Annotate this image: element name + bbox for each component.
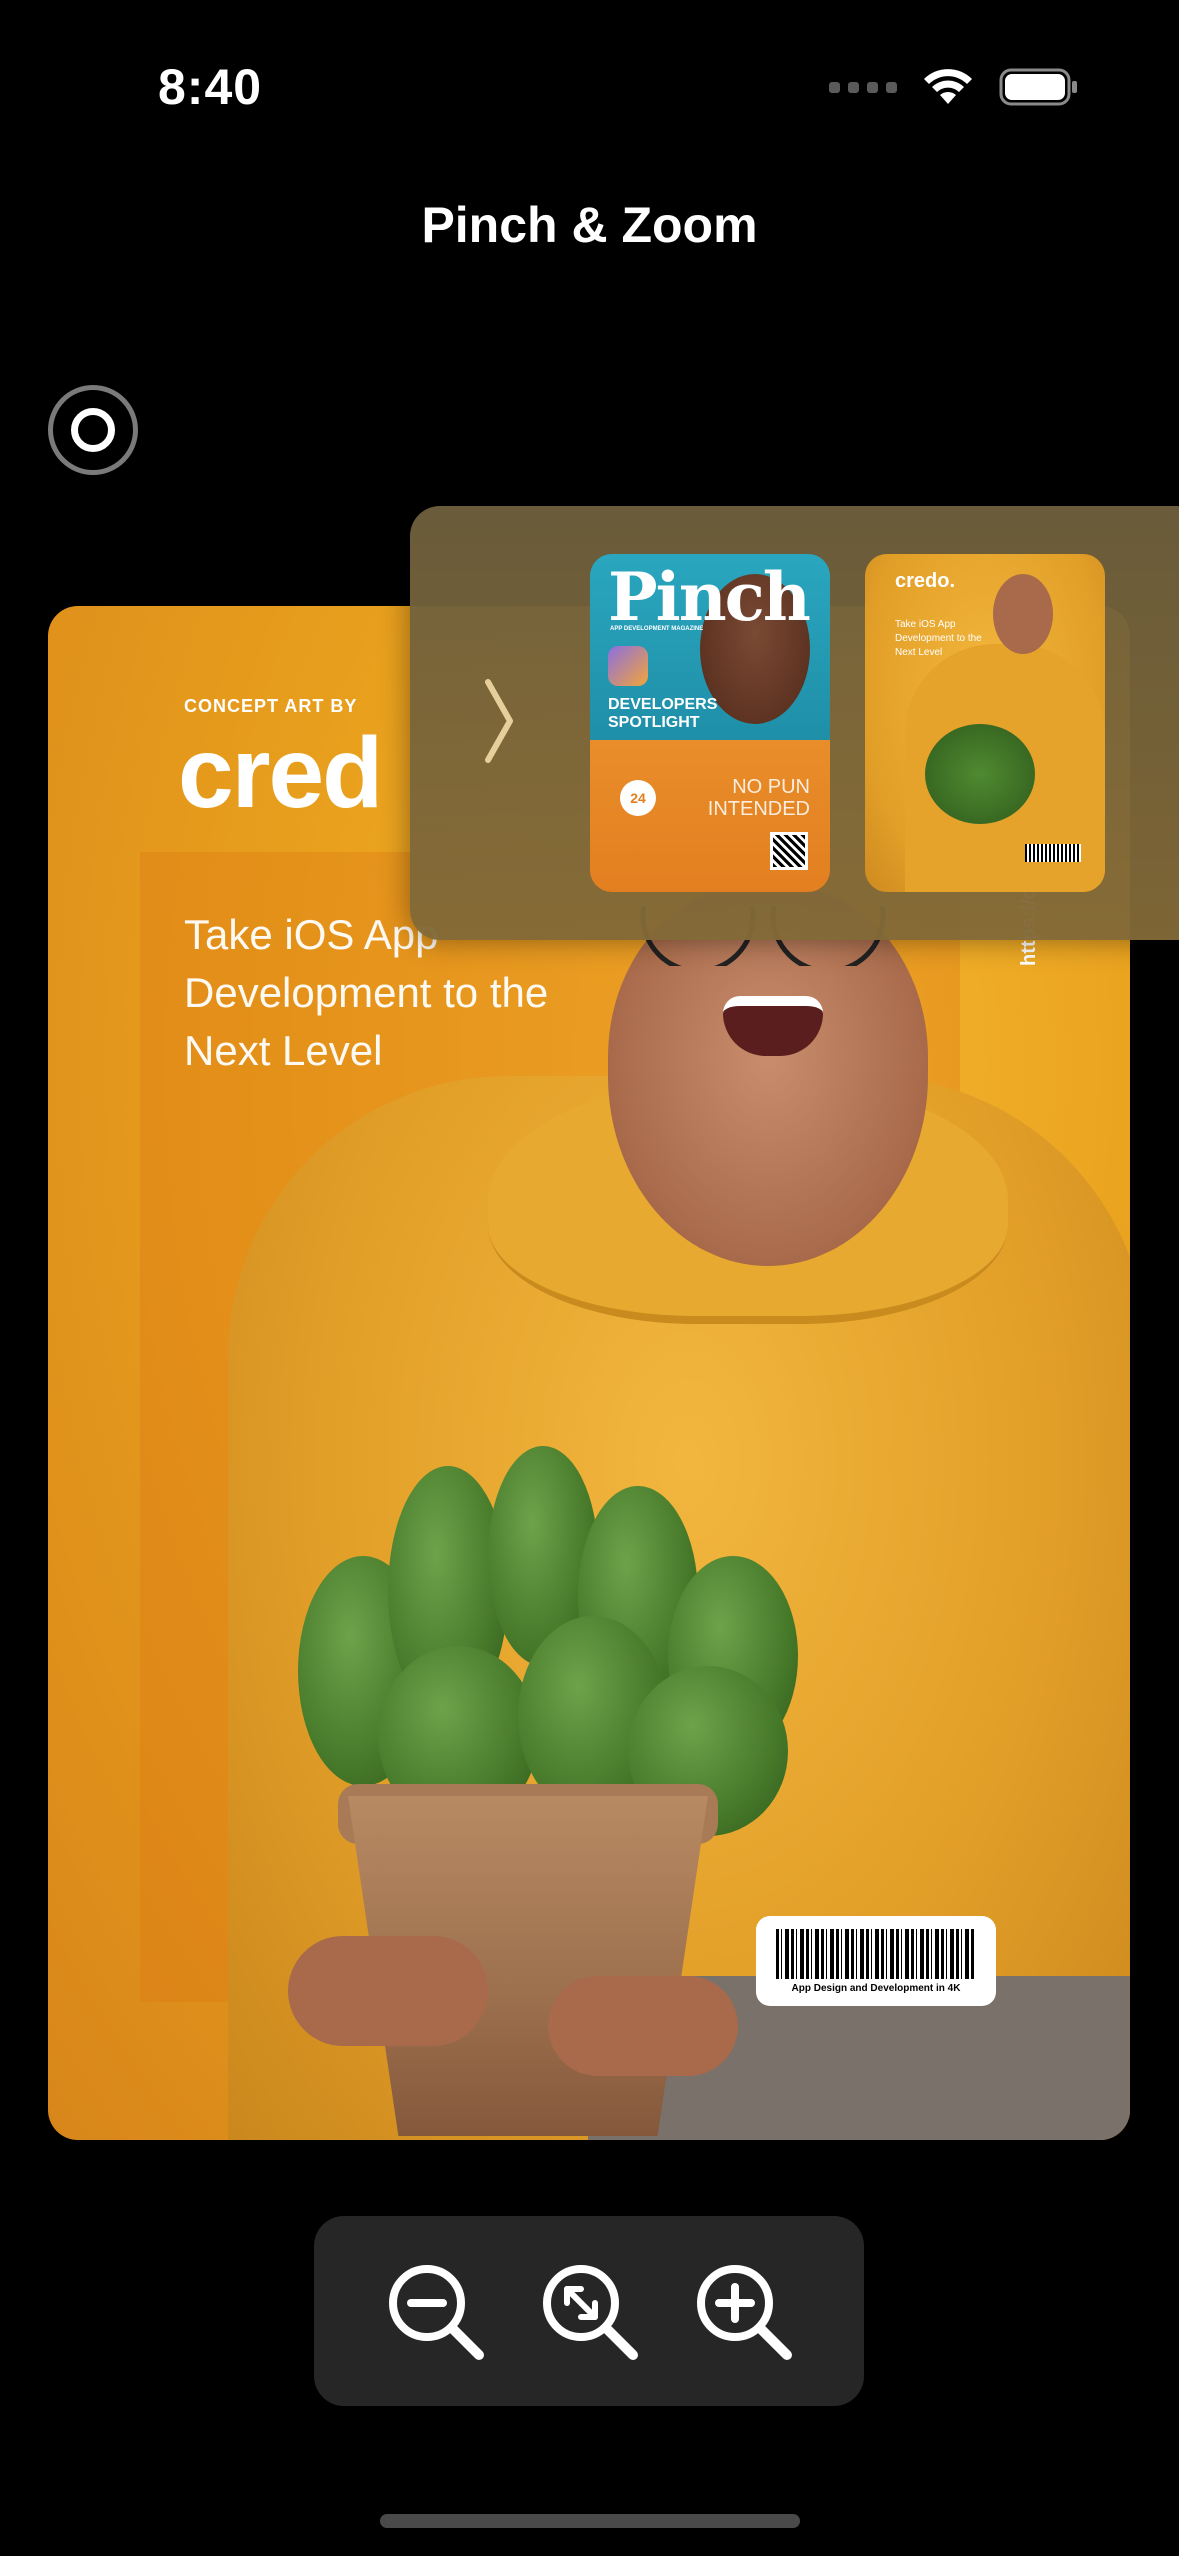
rocket-icon [608,646,648,686]
cover-face [993,574,1053,654]
hand-right [548,1976,738,2076]
zoom-out-icon [389,2265,484,2360]
wifi-icon [924,69,972,104]
cellular-icon [829,81,897,93]
thumbnail-page-1[interactable]: Pinch APP DEVELOPMENT MAGAZINE DEVELOPER… [590,554,830,892]
barcode-icon [1025,844,1081,862]
battery-icon [999,68,1077,106]
page-title: Pinch & Zoom [421,197,758,253]
hand-left [288,1936,488,2046]
zoom-reset-icon [543,2265,638,2360]
thumbnail-logo: credo. [895,570,956,592]
zoom-controls [314,2216,864,2406]
thumbnail-slogan: NO PUN INTENDED [707,776,810,820]
zoom-out-button[interactable] [383,2259,487,2363]
thumbnail-tagline: Take iOS App Development to the Next Lev… [895,619,982,658]
thumbnail-subtitle: APP DEVELOPMENT MAGAZINE [610,626,704,632]
thumbnail-title: Pinch [608,558,811,636]
zoom-in-button[interactable] [691,2259,795,2363]
brand-logo: cred [178,717,383,829]
barcode-label: App Design and Development in 4K [756,1916,996,2006]
info-button[interactable] [48,385,138,475]
cover-cactus [925,724,1035,824]
concept-label: CONCEPT ART BY [184,696,358,716]
thumbnail-drawer[interactable]: Pinch APP DEVELOPMENT MAGAZINE DEVELOPER… [410,506,1179,940]
barcode-caption: App Design and Development in 4K [791,1982,961,1994]
status-time: 8:40 [158,59,263,115]
thumbnail-page-2[interactable]: credo. Take iOS App Development to the N… [865,554,1105,892]
info-circle-icon [71,408,115,452]
home-indicator[interactable] [380,2514,800,2528]
issue-number: 24 [630,790,646,806]
chevron-right-icon[interactable] [480,676,520,766]
status-icons [829,64,1079,110]
thumbnail-feature: DEVELOPERS SPOTLIGHT [608,696,718,731]
qr-code-icon [770,832,808,870]
barcode-icon [776,1928,976,1979]
reset-zoom-button[interactable] [537,2259,641,2363]
zoom-in-icon [697,2265,792,2360]
issue-badge: 24 [620,780,656,816]
